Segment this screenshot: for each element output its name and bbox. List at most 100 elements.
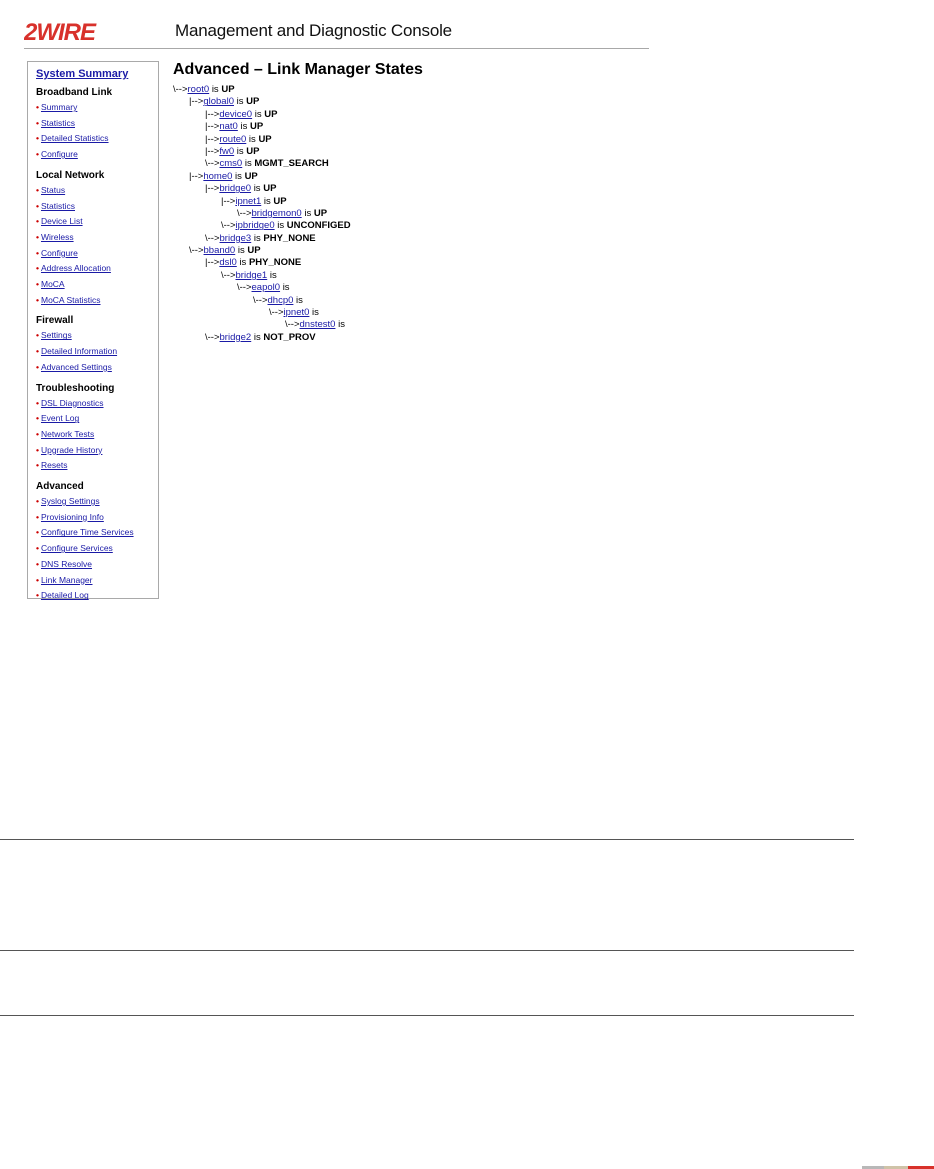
sidebar-link-troubleshooting-upgrade-history[interactable]: Upgrade History [41,445,102,455]
sidebar-link-local-network-statistics[interactable]: Statistics [41,201,75,211]
sidebar-link-advanced-link-manager[interactable]: Link Manager [41,575,93,585]
link-bband0[interactable]: bband0 [204,245,236,256]
sidebar-link-advanced-configure-time-services[interactable]: Configure Time Services [41,527,134,537]
tree-connector: \--> [205,158,220,170]
nav-group-troubleshooting: Troubleshooting • DSL Diagnostics • Event Lo… [36,383,158,475]
link-ipbridge0[interactable]: ipbridge0 [236,220,275,231]
link-fw0[interactable]: fw0 [219,146,234,157]
tree-node-bband0: \-->bband0 is UP [173,245,351,257]
link-ipnet1[interactable]: ipnet1 [235,196,261,207]
tree-connector: \--> [237,282,252,294]
sidebar-link-local-network-device-list[interactable]: Device List [41,216,83,226]
sidebar-link-troubleshooting-event-log[interactable]: Event Log [41,413,79,423]
sidebar-link-advanced-configure-services[interactable]: Configure Services [41,543,113,553]
link-root0[interactable]: root0 [188,84,210,95]
link-state: UP [246,96,260,108]
link-cms0[interactable]: cms0 [220,158,243,169]
system-summary-link[interactable]: System Summary [36,68,158,80]
bullet-icon: • [36,294,39,305]
tree-node-ipnet0: \-->ipnet0 is [173,307,351,319]
tree-connector: \--> [285,319,300,331]
tree-is-label: is [312,307,319,319]
tree-node-root0: \-->root0 is UP [173,84,351,96]
bullet-icon: • [36,102,39,112]
tree-connector: |--> [205,121,220,133]
link-eapol0[interactable]: eapol0 [252,282,281,293]
link-dsl0[interactable]: dsl0 [219,257,236,268]
sidebar-link-firewall-settings[interactable]: Settings [41,330,72,340]
tree-is-label: is [254,108,262,120]
link-route0[interactable]: route0 [219,134,246,145]
sidebar-link-advanced-detailed-log[interactable]: Detailed Log [41,590,89,600]
link-dhcp0[interactable]: dhcp0 [268,295,294,306]
nav-item-row: • Statistics [36,199,158,215]
sidebar-link-local-network-wireless[interactable]: Wireless [41,232,74,242]
nav-group-firewall: Firewall • Settings • Detailed Information • A… [36,315,158,375]
link-dnstest0[interactable]: dnstest0 [300,319,336,330]
link-state: UP [313,207,328,219]
link-global0[interactable]: global0 [203,96,234,107]
link-state: MGMT_SEARCH [254,158,329,170]
tree-node-bridge0: |-->bridge0 is UP [173,183,351,195]
sidebar-link-troubleshooting-resets[interactable]: Resets [41,460,67,470]
nav-item-row: • DSL Diagnostics [36,396,158,412]
link-bridge3[interactable]: bridge3 [220,233,252,244]
sidebar-link-local-network-status[interactable]: Status [41,185,65,195]
tree-connector: |--> [189,96,204,108]
bullet-icon: • [36,397,39,408]
sidebar-link-advanced-dns-resolve[interactable]: DNS Resolve [41,559,92,569]
link-nat0[interactable]: nat0 [219,121,238,132]
link-bridge0[interactable]: bridge0 [219,183,251,194]
sidebar-link-local-network-configure[interactable]: Configure [41,248,78,258]
link-ipnet0[interactable]: ipnet0 [284,307,310,318]
tree-is-label: is [237,245,245,257]
sidebar-link-advanced-provisioning-info[interactable]: Provisioning Info [41,512,104,522]
link-bridgemon0[interactable]: bridgemon0 [252,208,302,219]
sidebar-link-firewall-advanced-settings[interactable]: Advanced Settings [41,362,112,372]
sidebar-link-local-network-moca-statistics[interactable]: MoCA Statistics [41,295,101,305]
sidebar-link-troubleshooting-dsl-diagnostics[interactable]: DSL Diagnostics [41,398,104,408]
bottom-divider-1 [0,839,854,840]
tree-is-label: is [235,170,242,182]
tree-is-label: is [263,195,271,207]
sidebar-link-local-network-moca[interactable]: MoCA [41,279,65,289]
link-state: PHY_NONE [248,257,302,269]
link-state: UP [247,245,261,257]
tree-is-label: is [239,257,247,269]
sidebar-link-broadband-link-configure[interactable]: Configure [41,149,78,159]
link-state: UP [246,145,260,157]
sidebar-link-broadband-link-summary[interactable]: Summary [41,102,77,112]
link-device0[interactable]: device0 [219,109,252,120]
bullet-icon: • [36,527,39,538]
nav-item-row: • Detailed Statistics [36,131,158,147]
tree-node-bridge2: \-->bridge2 is NOT_PROV [173,332,351,344]
sidebar-link-broadband-link-statistics[interactable]: Statistics [41,118,75,128]
sidebar-link-troubleshooting-network-tests[interactable]: Network Tests [41,429,94,439]
bullet-icon: • [36,543,39,554]
sidebar-link-broadband-link-detailed-statistics[interactable]: Detailed Statistics [41,133,109,143]
nav-item-row: • MoCA [36,277,158,293]
bullet-icon: • [36,330,39,341]
tree-node-cms0: \-->cms0 is MGMT_SEARCH [173,158,351,170]
logo-text: 2WIRE [24,20,97,42]
sidebar-link-firewall-detailed-information[interactable]: Detailed Information [41,346,117,356]
bullet-icon: • [36,590,39,601]
bullet-icon: • [36,346,39,357]
link-bridge2[interactable]: bridge2 [220,332,252,343]
link-home0[interactable]: home0 [203,171,232,182]
tree-connector: \--> [205,232,220,244]
sidebar-link-local-network-address-allocation[interactable]: Address Allocation [41,263,111,273]
sidebar-link-advanced-syslog-settings[interactable]: Syslog Settings [41,496,100,506]
nav-item-row: • Detailed Log [36,588,158,604]
link-state: UP [221,84,235,95]
tree-connector: |--> [205,183,220,195]
tree-node-global0: |-->global0 is UP [173,96,351,108]
link-bridge1[interactable]: bridge1 [236,270,268,281]
link-state: UP [244,170,258,182]
bullet-icon: • [36,133,39,144]
nav-group-local-network: Local Network • Status • Statistics • Device L… [36,170,158,309]
bullet-icon: • [36,460,39,471]
bullet-icon: • [36,216,39,227]
nav-item-row: • Status [36,183,158,199]
tree-node-bridgemon0: \-->bridgemon0 is UP [173,208,351,220]
